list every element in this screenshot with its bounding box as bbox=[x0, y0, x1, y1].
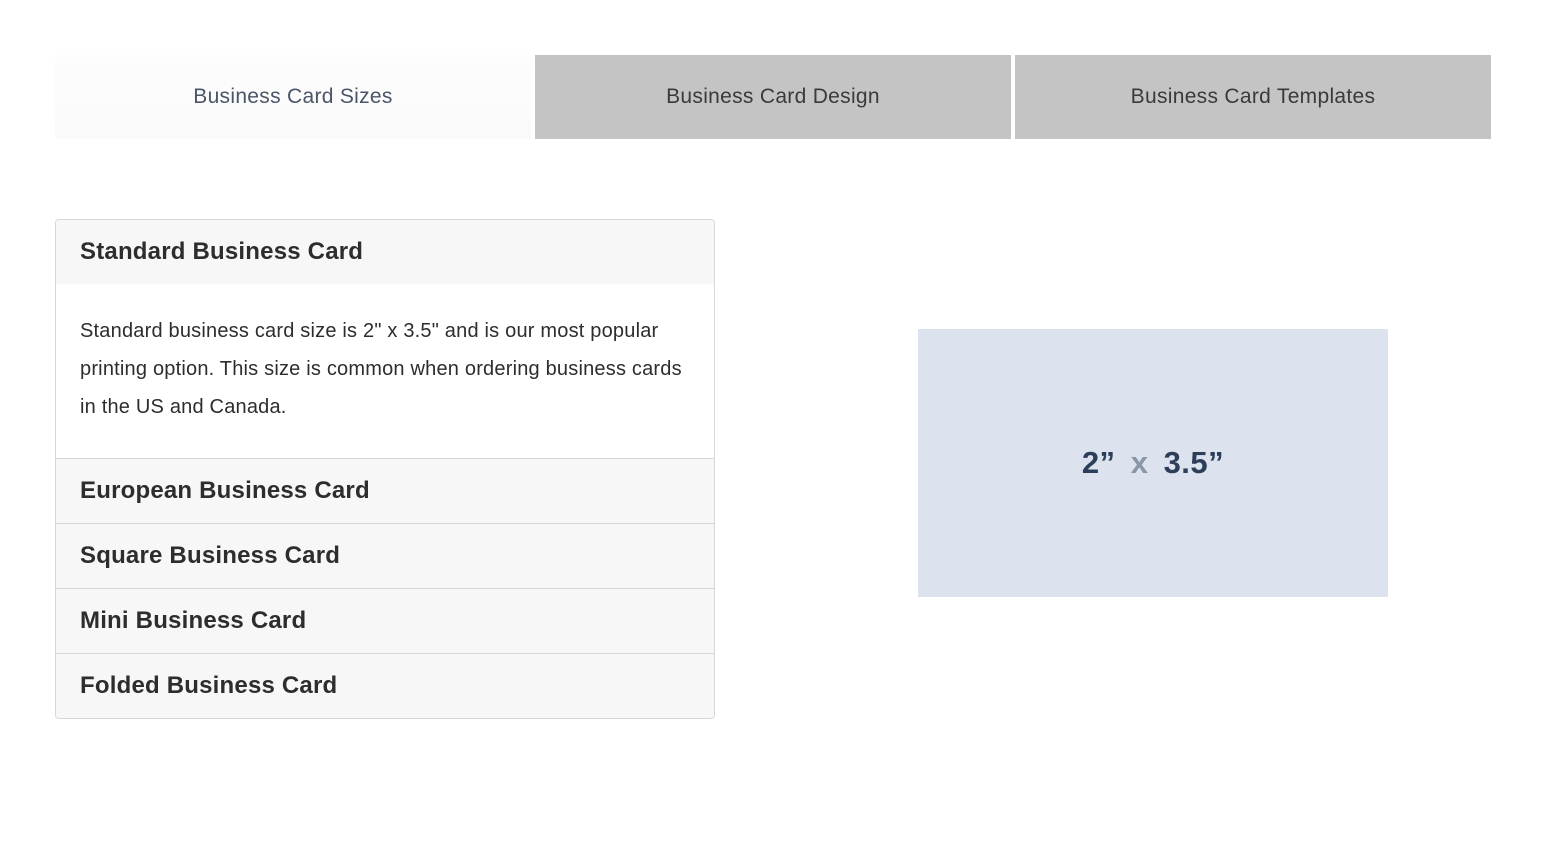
dimension-height: 2” bbox=[1082, 445, 1116, 480]
accordion-item-standard: Standard Business Card Standard business… bbox=[56, 220, 714, 459]
accordion-item-square: Square Business Card bbox=[56, 524, 714, 589]
tab-business-card-templates[interactable]: Business Card Templates bbox=[1015, 55, 1491, 139]
accordion-header-folded[interactable]: Folded Business Card bbox=[56, 654, 714, 718]
accordion-title: Square Business Card bbox=[80, 542, 340, 569]
accordion-header-square[interactable]: Square Business Card bbox=[56, 524, 714, 588]
accordion-item-folded: Folded Business Card bbox=[56, 654, 714, 718]
dimension-width: 3.5” bbox=[1164, 445, 1225, 480]
tab-label: Business Card Templates bbox=[1131, 85, 1376, 108]
accordion-body-text: Standard business card size is 2" x 3.5"… bbox=[80, 320, 682, 418]
tab-list: Business Card Sizes Business Card Design… bbox=[55, 55, 1491, 139]
tab-label: Business Card Design bbox=[666, 85, 880, 108]
accordion-header-mini[interactable]: Mini Business Card bbox=[56, 589, 714, 653]
accordion-item-european: European Business Card bbox=[56, 459, 714, 524]
accordion-body-standard: Standard business card size is 2" x 3.5"… bbox=[56, 284, 714, 458]
accordion-title: Folded Business Card bbox=[80, 672, 337, 699]
tab-business-card-design[interactable]: Business Card Design bbox=[535, 55, 1011, 139]
size-accordion: Standard Business Card Standard business… bbox=[55, 219, 715, 719]
card-size-preview: 2” x 3.5” bbox=[918, 329, 1388, 597]
card-preview-area: 2” x 3.5” bbox=[815, 219, 1491, 719]
accordion-header-standard[interactable]: Standard Business Card bbox=[56, 220, 714, 284]
accordion-header-european[interactable]: European Business Card bbox=[56, 459, 714, 523]
dimension-separator: x bbox=[1131, 445, 1149, 480]
accordion-title: Mini Business Card bbox=[80, 607, 306, 634]
accordion-item-mini: Mini Business Card bbox=[56, 589, 714, 654]
accordion-title: Standard Business Card bbox=[80, 238, 363, 265]
card-dimensions-label: 2” x 3.5” bbox=[1082, 445, 1224, 481]
tab-label: Business Card Sizes bbox=[193, 85, 392, 108]
content-area: Standard Business Card Standard business… bbox=[55, 219, 1491, 719]
tab-business-card-sizes[interactable]: Business Card Sizes bbox=[55, 55, 531, 139]
accordion-title: European Business Card bbox=[80, 477, 370, 504]
